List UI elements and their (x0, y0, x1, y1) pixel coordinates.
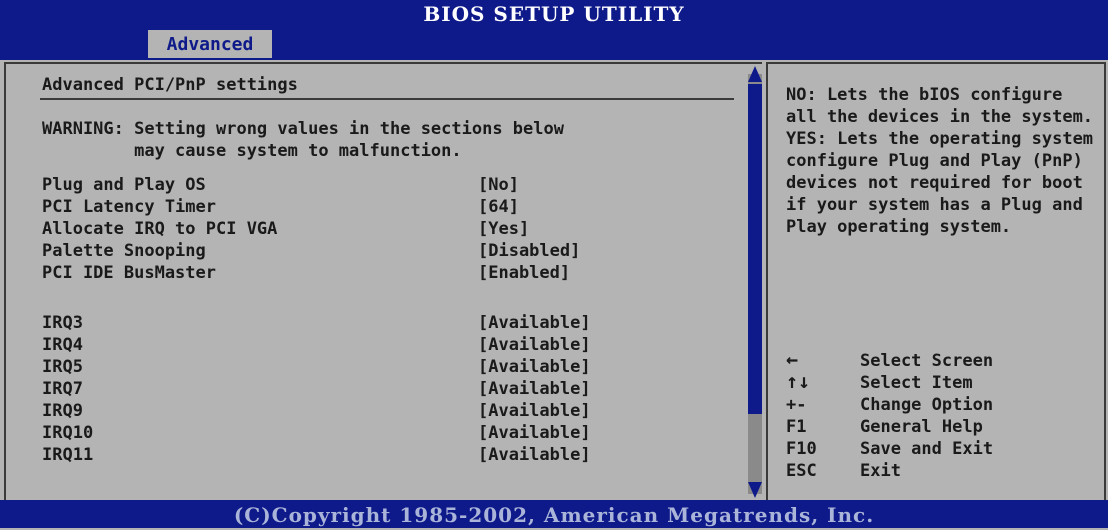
key-hint-key: F1 (786, 417, 807, 437)
key-hint-desc: General Help (860, 417, 983, 437)
setting-label: IRQ4 (42, 335, 83, 355)
key-hint-desc: Exit (860, 461, 901, 481)
setting-label: Palette Snooping (42, 241, 206, 261)
setting-value[interactable]: [Yes] (478, 218, 529, 240)
left-arrow-icon: ← (786, 347, 799, 371)
title-bar: BIOS SETUP UTILITY Advanced (0, 0, 1108, 60)
help-panel: NO: Lets the bIOS configure all the devi… (766, 62, 1106, 502)
key-hint-desc: Save and Exit (860, 439, 994, 459)
up-down-arrow-icon: ↑↓ (786, 369, 811, 393)
help-text: NO: Lets the bIOS configure all the devi… (786, 85, 1104, 237)
setting-label: Allocate IRQ to PCI VGA (42, 219, 278, 239)
setting-value[interactable]: [Available] (478, 312, 591, 334)
section-title: Advanced PCI/PnP settings (42, 75, 298, 95)
setting-label: Plug and Play OS (42, 175, 206, 195)
key-hint-desc: Select Screen (860, 351, 994, 371)
setting-label: IRQ11 (42, 445, 94, 465)
key-hint-desc: Select Item (860, 373, 973, 393)
setting-label: PCI IDE BusMaster (42, 263, 216, 283)
scroll-up-icon[interactable] (748, 66, 762, 82)
setting-value[interactable]: [Available] (478, 334, 591, 356)
setting-value[interactable]: [Available] (478, 444, 591, 466)
setting-label: IRQ7 (42, 379, 83, 399)
setting-value[interactable]: [Available] (478, 356, 591, 378)
key-hint-key: ESC (786, 461, 817, 481)
section-divider (40, 98, 734, 100)
key-hint-key: +- (786, 395, 807, 415)
setting-value[interactable]: [Enabled] (478, 262, 570, 284)
scrollbar-thumb[interactable] (748, 84, 762, 414)
scroll-down-icon[interactable] (748, 482, 762, 498)
window-title: BIOS SETUP UTILITY (423, 2, 685, 26)
copyright-bar: (C)Copyright 1985-2002, American Megatre… (0, 500, 1108, 528)
setting-value[interactable]: [64] (478, 196, 519, 218)
setting-value[interactable]: [Disabled] (478, 240, 580, 262)
setting-label: IRQ5 (42, 357, 83, 377)
setting-value[interactable]: [Available] (478, 378, 591, 400)
settings-panel: Advanced PCI/PnP settings WARNING: Setti… (4, 62, 762, 502)
key-hint-desc: Change Option (860, 395, 994, 415)
setting-label: PCI Latency Timer (42, 197, 216, 217)
key-hint-key: F10 (786, 439, 817, 459)
setting-value[interactable]: [Available] (478, 422, 591, 444)
tab-advanced[interactable]: Advanced (148, 30, 272, 58)
warning-text-line2: may cause system to malfunction. (42, 141, 462, 161)
setting-value[interactable]: [Available] (478, 400, 591, 422)
setting-label: IRQ3 (42, 313, 83, 333)
setting-value[interactable]: [No] (478, 174, 519, 196)
setting-label: IRQ9 (42, 401, 83, 421)
warning-text-line1: WARNING: Setting wrong values in the sec… (42, 119, 564, 139)
setting-label: IRQ10 (42, 423, 94, 443)
